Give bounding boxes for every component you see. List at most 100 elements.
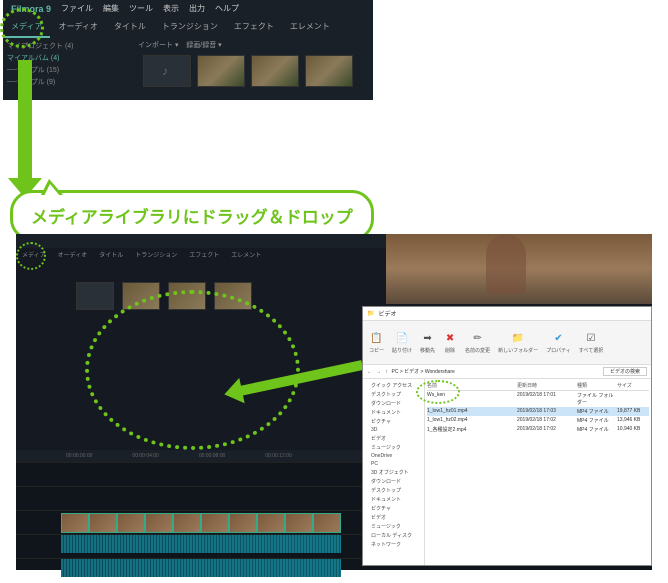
address-bar[interactable]: ← → ↑ PC > ビデオ > Wondershare ビデオの検索 xyxy=(363,365,651,379)
clip[interactable] xyxy=(145,513,173,533)
ribbon-label: 新しいフォルダー xyxy=(498,347,538,354)
file-row[interactable]: 1_各種設定2.mp42019/02/18 17:02MP4 ファイル10,94… xyxy=(427,425,649,434)
bot-tab-transition[interactable]: トランジション xyxy=(129,248,183,261)
explorer-ribbon: 📋コピー 📄貼り付け ➡移動先 ✖削除 ✏名前の変更 📁新しいフォルダー ✔プロ… xyxy=(363,321,651,365)
explorer-side-item[interactable]: ドキュメント xyxy=(365,408,422,417)
explorer-side-item[interactable]: ミュージック xyxy=(365,522,422,531)
col-date[interactable]: 更新日時 xyxy=(517,382,577,389)
up-icon[interactable]: ↑ xyxy=(385,369,388,375)
explorer-side-item[interactable]: ローカル ディスク xyxy=(365,531,422,540)
audio-clip[interactable] xyxy=(61,535,341,553)
clip[interactable] xyxy=(313,513,341,533)
tab-effect[interactable]: エフェクト xyxy=(226,17,282,38)
bot-tab-effect[interactable]: エフェクト xyxy=(183,248,225,261)
explorer-side-item[interactable]: ダウンロード xyxy=(365,477,422,486)
ribbon-new[interactable]: 📁新しいフォルダー xyxy=(498,332,538,354)
file-explorer-window[interactable]: 📁 ビデオ 📋コピー 📄貼り付け ➡移動先 ✖削除 ✏名前の変更 📁新しいフォル… xyxy=(362,306,652,566)
ribbon-select[interactable]: ☑すべて選択 xyxy=(579,332,603,354)
menu-file[interactable]: ファイル xyxy=(61,3,93,14)
explorer-side-item[interactable]: PC xyxy=(365,460,422,468)
select-icon: ☑ xyxy=(584,332,598,346)
ribbon-paste[interactable]: 📄貼り付け xyxy=(392,332,412,354)
record-button[interactable]: 録画/録音 ▾ xyxy=(186,42,221,49)
explorer-titlebar[interactable]: 📁 ビデオ xyxy=(363,307,651,321)
media-thumb-1[interactable] xyxy=(197,55,245,87)
ribbon-label: 移動先 xyxy=(420,347,435,354)
explorer-side-item[interactable]: OneDrive xyxy=(365,452,422,460)
explorer-filelist: 名前 更新日時 種類 サイズ Ws_ken2019/02/18 17:01ファイ… xyxy=(425,379,651,565)
waveform xyxy=(61,535,341,553)
explorer-side-item[interactable]: 3D xyxy=(365,426,422,434)
ribbon-label: 貼り付け xyxy=(392,347,412,354)
ribbon-props[interactable]: ✔プロパティ xyxy=(546,332,571,354)
explorer-side-item[interactable]: ダウンロード xyxy=(365,399,422,408)
back-icon[interactable]: ← xyxy=(367,369,372,375)
time-marker: 00:00:08:00 xyxy=(199,453,225,459)
explorer-side-item[interactable]: ドキュメント xyxy=(365,495,422,504)
file-row[interactable]: 1_low1_hz02.mp42019/02/18 17:02MP4 ファイル1… xyxy=(427,416,649,425)
menu-view[interactable]: 表示 xyxy=(163,3,179,14)
clip[interactable] xyxy=(201,513,229,533)
tab-transition[interactable]: トランジション xyxy=(154,17,226,38)
ribbon-rename[interactable]: ✏名前の変更 xyxy=(465,332,490,354)
explorer-side-item[interactable]: ピクチャ xyxy=(365,504,422,513)
clip[interactable] xyxy=(117,513,145,533)
arrow-down xyxy=(18,60,32,180)
tab-element[interactable]: エレメント xyxy=(282,17,338,38)
explorer-title: ビデオ xyxy=(378,309,396,318)
menu-output[interactable]: 出力 xyxy=(189,3,205,14)
col-type[interactable]: 種類 xyxy=(577,382,617,389)
fwd-icon[interactable]: → xyxy=(376,369,381,375)
menubar: Filmora 9 ファイル 編集 ツール 表示 出力 ヘルプ xyxy=(3,0,373,17)
tab-title[interactable]: タイトル xyxy=(106,17,154,38)
media-thumb-2[interactable] xyxy=(251,55,299,87)
highlight-circle-bot-media xyxy=(16,242,46,270)
explorer-body: クイック アクセスデスクトップダウンロードドキュメントピクチャ3Dビデオミュージ… xyxy=(363,379,651,565)
search-box[interactable]: ビデオの検索 xyxy=(603,367,647,376)
newfolder-icon: 📁 xyxy=(511,332,525,346)
copy-icon: 📋 xyxy=(370,332,384,346)
ribbon-move[interactable]: ➡移動先 xyxy=(420,332,435,354)
file-row[interactable]: 1_low1_hz01.mp42019/02/18 17:03MP4 ファイル1… xyxy=(427,407,649,416)
bot-tab-audio[interactable]: オーディオ xyxy=(52,248,94,261)
col-size[interactable]: サイズ xyxy=(617,382,647,389)
clip[interactable] xyxy=(285,513,313,533)
clip[interactable] xyxy=(229,513,257,533)
explorer-side-item[interactable]: ピクチャ xyxy=(365,417,422,426)
explorer-side-item[interactable]: ミュージック xyxy=(365,443,422,452)
ribbon-delete[interactable]: ✖削除 xyxy=(443,332,457,354)
menu-edit[interactable]: 編集 xyxy=(103,3,119,14)
import-button[interactable]: インポート ▾ xyxy=(138,42,178,49)
explorer-side-item[interactable]: デスクトップ xyxy=(365,390,422,399)
address-text[interactable]: PC > ビデオ > Wondershare xyxy=(392,368,455,375)
menu-help[interactable]: ヘルプ xyxy=(215,3,239,14)
time-marker: 00:00:12:00 xyxy=(265,453,291,459)
explorer-side-item[interactable]: ネットワーク xyxy=(365,540,422,549)
tab-audio[interactable]: オーディオ xyxy=(50,17,105,38)
explorer-side-item[interactable]: ビデオ xyxy=(365,513,422,522)
explorer-side-item[interactable]: デスクトップ xyxy=(365,486,422,495)
media-thumb-3[interactable] xyxy=(305,55,353,87)
file-row[interactable]: Ws_ken2019/02/18 17:01ファイル フォルダー xyxy=(427,391,649,407)
explorer-side-item[interactable]: ビデオ xyxy=(365,434,422,443)
clip[interactable] xyxy=(173,513,201,533)
clip[interactable] xyxy=(89,513,117,533)
clip[interactable] xyxy=(257,513,285,533)
bubble-text: メディアライブラリにドラッグ＆ドロップ xyxy=(31,208,353,227)
ribbon-label: 削除 xyxy=(445,347,455,354)
bot-tab-element[interactable]: エレメント xyxy=(225,248,267,261)
ribbon-label: すべて選択 xyxy=(579,347,603,354)
clip[interactable] xyxy=(61,513,89,533)
delete-icon: ✖ xyxy=(443,332,457,346)
ribbon-copy[interactable]: 📋コピー xyxy=(369,332,384,354)
explorer-side-item[interactable]: 3D オブジェクト xyxy=(365,468,422,477)
audio-clip[interactable] xyxy=(61,559,341,577)
explorer-side-item[interactable]: クイック アクセス xyxy=(365,381,422,390)
menu-tools[interactable]: ツール xyxy=(129,3,153,14)
media-thumb-audio[interactable] xyxy=(143,55,191,87)
rename-icon: ✏ xyxy=(471,332,485,346)
ribbon-label: 名前の変更 xyxy=(465,347,490,354)
move-icon: ➡ xyxy=(421,332,435,346)
bot-tab-title[interactable]: タイトル xyxy=(93,248,129,261)
bot-thumb-audio[interactable] xyxy=(76,282,114,310)
